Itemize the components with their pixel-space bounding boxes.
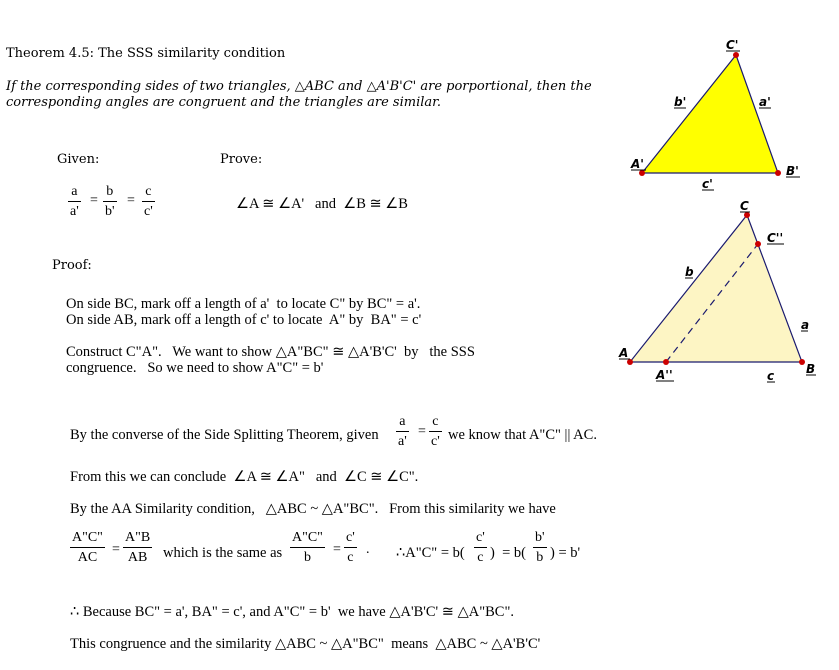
vertex-b-prime-point [775,170,781,176]
label-a-prime: A' [630,157,644,171]
label-side-a-prime: a' [759,95,771,109]
vertex-c-prime-point [733,52,739,58]
label-a: A [618,346,628,360]
point-c-double-prime [755,241,761,247]
label-side-c: c [767,369,774,383]
label-side-c-prime: c' [702,177,713,191]
label-side-b-prime: b' [674,95,686,109]
label-c-prime: C' [726,38,738,52]
label-side-b: b [685,265,694,279]
triangle-abc: C C'' A B A'' b a c [618,199,816,383]
label-b-prime: B' [786,164,799,178]
label-c: C [740,199,749,213]
label-side-a: a [801,318,809,332]
label-b: B [806,362,815,376]
label-c-double-prime: C'' [767,231,783,245]
point-a-double-prime [663,359,669,365]
triangle-a-prime-b-prime-c-prime: C' A' B' b' a' c' [630,38,800,191]
triangle-figures: C' A' B' b' a' c' C C'' A B A'' b a c [618,38,816,383]
label-a-double-prime: A'' [655,368,673,382]
triangle-1-shape [640,53,779,174]
vertex-b-point [799,359,805,365]
